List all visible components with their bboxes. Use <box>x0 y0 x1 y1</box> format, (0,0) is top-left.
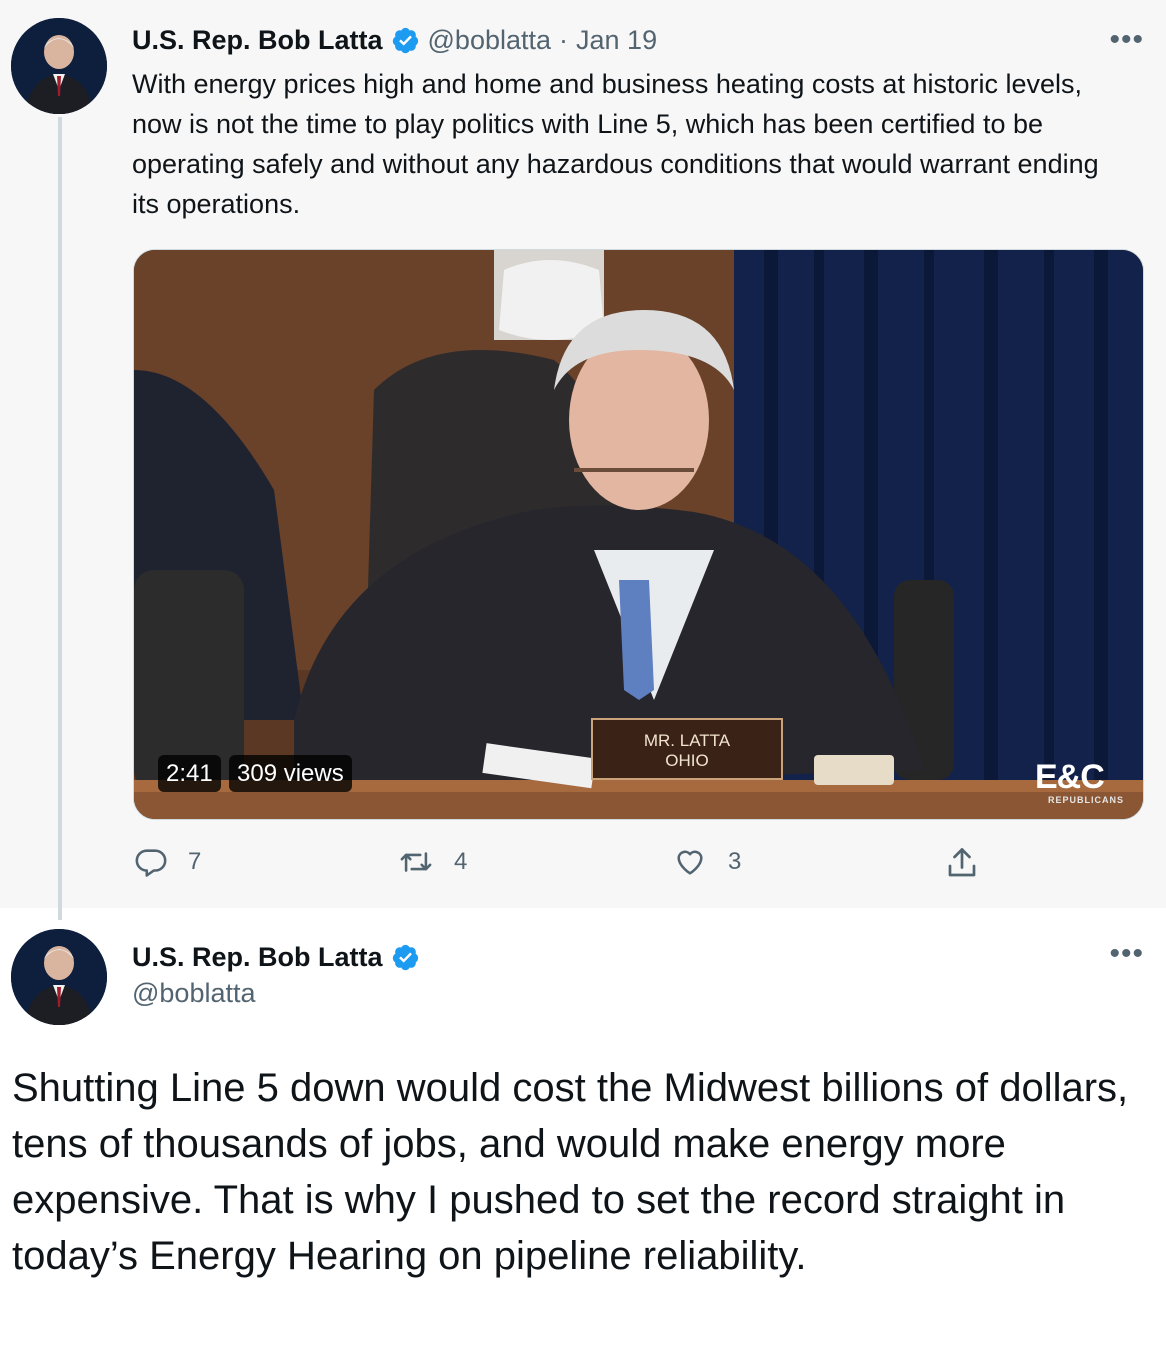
reply-count: 7 <box>188 848 202 875</box>
verified-badge-icon <box>391 26 420 55</box>
tweet-header: U.S. Rep. Bob Latta @boblatta · Jan 19 <box>132 22 657 58</box>
like-icon <box>677 850 703 875</box>
more-icon[interactable]: ••• <box>1109 939 1144 969</box>
tweet-text: Shutting Line 5 down would cost the Midw… <box>12 1066 1129 1278</box>
like-button[interactable]: 3 <box>672 845 741 879</box>
channel-logo: E&C <box>1035 758 1105 796</box>
retweet-button[interactable]: 4 <box>398 845 467 879</box>
video-duration: 2:41 <box>158 755 221 792</box>
tweet-header: U.S. Rep. Bob Latta <box>132 940 428 974</box>
nameplate-line1: MR. LATTA <box>643 731 731 750</box>
parent-tweet[interactable]: U.S. Rep. Bob Latta @boblatta · Jan 19 •… <box>0 0 1166 920</box>
verified-badge-icon <box>391 943 420 972</box>
tweet-text: With energy prices high and home and bus… <box>132 69 1099 219</box>
author-name[interactable]: U.S. Rep. Bob Latta <box>132 942 383 973</box>
author-name[interactable]: U.S. Rep. Bob Latta <box>132 25 383 56</box>
author-avatar[interactable] <box>11 929 107 1025</box>
main-tweet: U.S. Rep. Bob Latta @boblatta ••• Shutti… <box>0 908 1166 1346</box>
share-button[interactable] <box>944 845 1000 881</box>
separator-dot: · <box>559 24 569 55</box>
retweet-count: 4 <box>454 848 468 875</box>
channel-logo-subtext: REPUBLICANS <box>1048 795 1125 805</box>
more-icon[interactable]: ••• <box>1109 25 1144 55</box>
retweet-icon <box>400 852 432 872</box>
share-icon <box>948 848 976 877</box>
thread-connector-line <box>58 117 62 920</box>
nameplate-line2: OHIO <box>665 751 709 770</box>
tweet-actions: 7 4 3 <box>0 845 1166 885</box>
reply-icon <box>135 849 167 877</box>
video-nameplate: MR. LATTA OHIO <box>591 718 783 780</box>
author-handle[interactable]: @boblatta <box>428 25 552 56</box>
tweet-date[interactable]: Jan 19 <box>576 25 657 56</box>
author-handle[interactable]: @boblatta <box>132 978 256 1009</box>
reply-button[interactable]: 7 <box>134 845 201 879</box>
like-count: 3 <box>728 848 742 875</box>
author-avatar[interactable] <box>11 18 107 114</box>
video-views: 309 views <box>229 755 352 792</box>
